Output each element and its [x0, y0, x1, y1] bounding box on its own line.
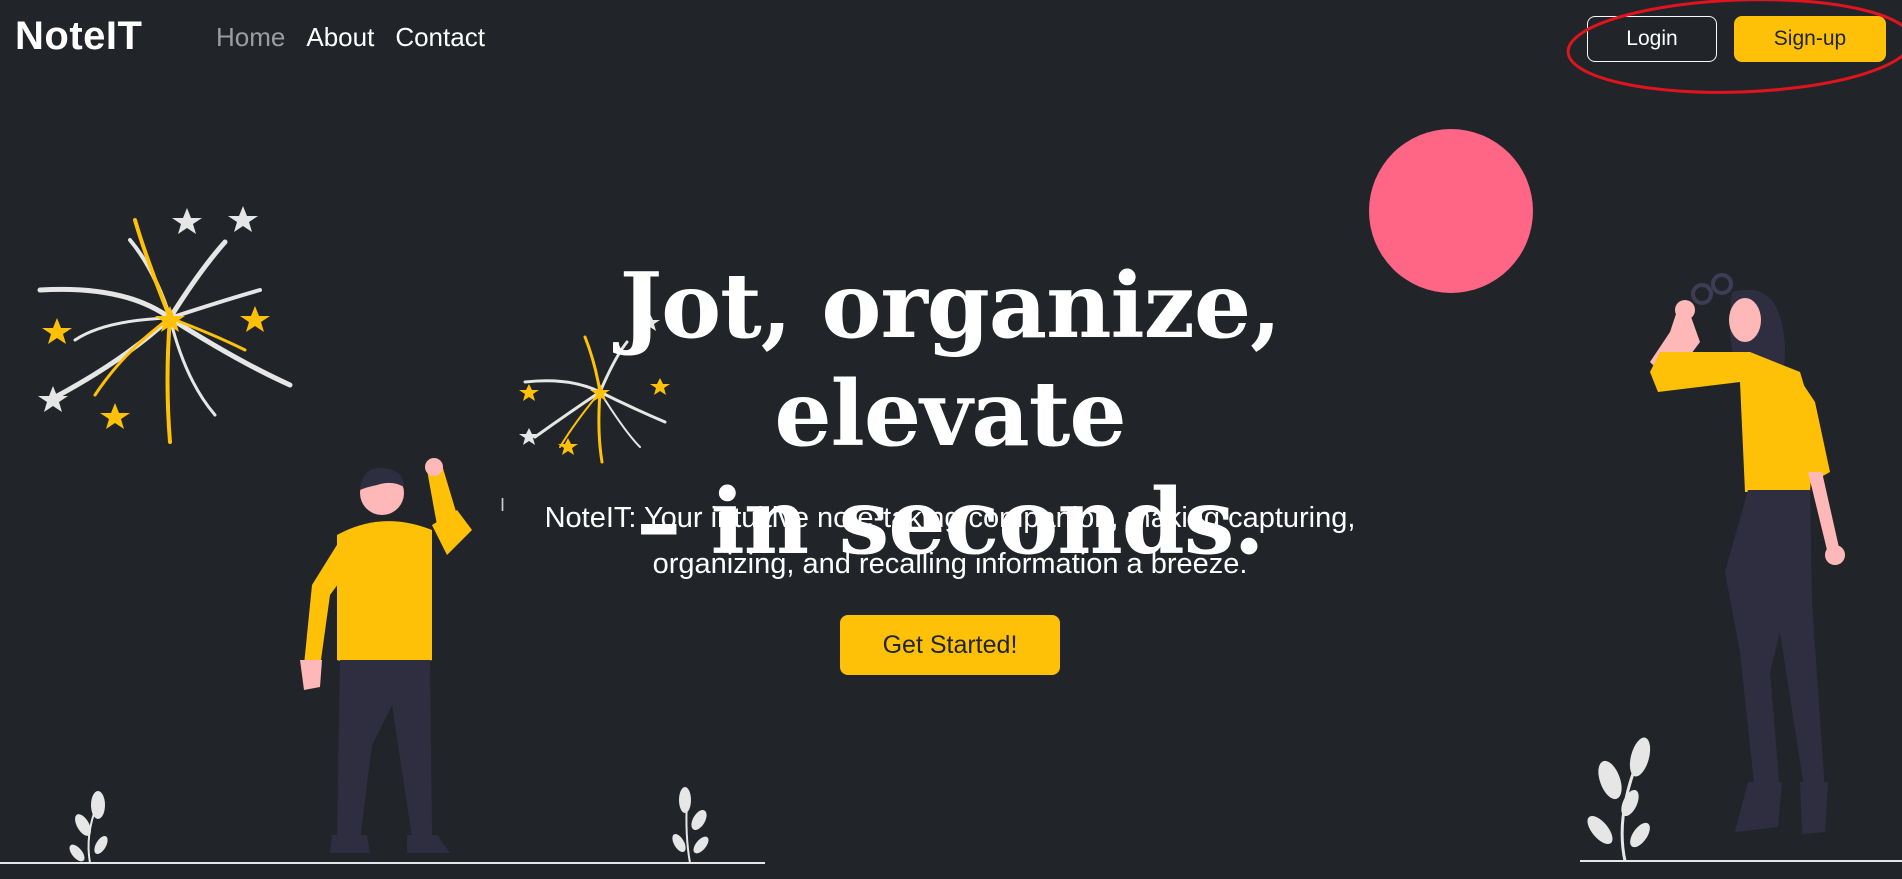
hero-title-line1: Jot, organize, elevate	[619, 253, 1282, 467]
login-button[interactable]: Login	[1587, 16, 1717, 62]
brand-logo[interactable]: NoteIT	[15, 14, 142, 59]
get-started-button[interactable]: Get Started!	[840, 615, 1060, 675]
plant-icon	[69, 791, 108, 864]
navbar: NoteIT Home About Contact Login Sign-up	[0, 0, 1902, 78]
signup-button[interactable]: Sign-up	[1734, 16, 1886, 62]
hero-description-line2: organizing, and recalling information a …	[652, 548, 1248, 580]
nav-link-contact[interactable]: Contact	[395, 22, 485, 53]
person-illustration-left	[300, 458, 472, 853]
nav-link-home[interactable]: Home	[216, 22, 285, 53]
plant-icon	[672, 787, 709, 864]
ground-line	[0, 862, 765, 864]
nav-links: Home About Contact	[216, 22, 485, 53]
text-cursor-icon: I	[500, 495, 506, 515]
plant-icon	[1587, 737, 1651, 862]
nav-link-about[interactable]: About	[306, 22, 374, 53]
ground-line	[1580, 860, 1902, 862]
hero-description-line1: NoteIT: Your intuitive note-taking compa…	[544, 502, 1356, 534]
fireworks-icon	[37, 206, 293, 444]
hero-description: NoteIT: Your intuitive note-taking compa…	[470, 495, 1430, 587]
